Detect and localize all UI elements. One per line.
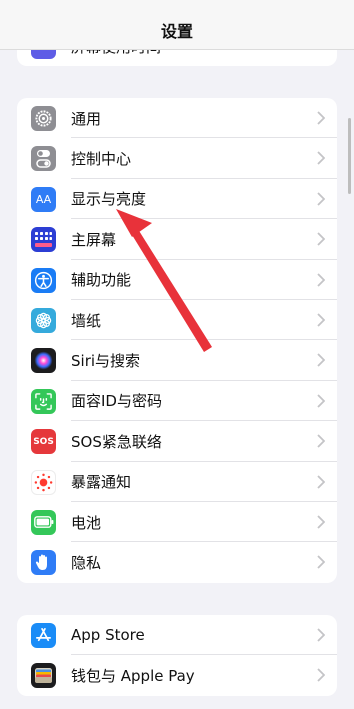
row-label: 墙纸 (71, 311, 102, 330)
app-store-icon (31, 623, 56, 648)
settings-row-wallpaper[interactable]: 墙纸 (17, 300, 337, 341)
wallet-icon (31, 663, 56, 689)
settings-row-accessibility[interactable]: 辅助功能 (17, 260, 337, 300)
settings-row-siri-search[interactable]: Siri与搜索 (17, 340, 337, 381)
chevron-right-icon (317, 555, 325, 569)
settings-row-app-store[interactable]: App Store (17, 615, 337, 656)
settings-row-emergency-sos[interactable]: SOS SOS紧急联络 (17, 421, 337, 462)
navigation-bar: 设置 (0, 0, 354, 50)
scrollbar[interactable] (348, 118, 351, 194)
chevron-right-icon (317, 353, 325, 367)
row-label: 主屏幕 (71, 230, 117, 249)
settings-row-wallet-apple-pay[interactable]: 钱包与 Apple Pay (17, 655, 337, 695)
settings-row-display-brightness[interactable]: AA 显示与亮度 (17, 179, 337, 220)
settings-row-general[interactable]: 通用 (17, 98, 337, 139)
chevron-right-icon (317, 192, 325, 206)
hand-icon (31, 550, 56, 576)
settings-row-control-center[interactable]: 控制中心 (17, 138, 337, 179)
row-label: 显示与亮度 (71, 190, 147, 209)
row-label: 通用 (71, 109, 102, 128)
store-settings-group: App Store 钱包与 Apple Pay (17, 615, 337, 696)
settings-row-exposure-notifications[interactable]: 暴露通知 (17, 462, 337, 502)
row-label: 钱包与 Apple Pay (71, 667, 195, 686)
chevron-right-icon (317, 272, 325, 287)
toggles-icon (31, 146, 56, 172)
chevron-right-icon (317, 515, 325, 529)
sos-icon: SOS (31, 429, 56, 455)
gear-icon (31, 106, 56, 131)
face-id-icon (31, 388, 56, 414)
chevron-right-icon (317, 474, 325, 489)
row-label: 暴露通知 (71, 473, 132, 492)
row-label: App Store (71, 626, 145, 645)
exposure-icon (31, 469, 56, 495)
siri-icon (31, 348, 56, 374)
row-label: 辅助功能 (71, 271, 132, 290)
settings-row-battery[interactable]: 电池 (17, 502, 337, 543)
general-settings-group: 通用 控制中心 AA 显示与亮度 主屏幕 辅助功能 墙纸 Siri与搜索 面容I… (17, 98, 337, 583)
row-label: SOS紧急联络 (71, 432, 162, 451)
page-title: 设置 (160, 21, 193, 41)
chevron-right-icon (317, 394, 325, 408)
row-label: 电池 (71, 513, 102, 532)
chevron-right-icon (317, 151, 325, 166)
row-label: 隐私 (71, 553, 102, 572)
settings-row-privacy[interactable]: 隐私 (17, 542, 337, 582)
chevron-right-icon (317, 313, 325, 327)
home-grid-icon (31, 227, 56, 253)
chevron-right-icon (317, 232, 325, 246)
battery-icon (31, 509, 56, 535)
row-label: Siri与搜索 (71, 352, 141, 371)
flower-icon (31, 307, 56, 333)
row-label: 控制中心 (71, 150, 132, 169)
chevron-right-icon (317, 628, 325, 642)
settings-row-home-screen[interactable]: 主屏幕 (17, 219, 337, 260)
settings-row-face-id-passcode[interactable]: 面容ID与密码 (17, 381, 337, 422)
text-size-icon: AA (31, 186, 56, 212)
row-label: 面容ID与密码 (71, 392, 162, 411)
accessibility-icon (31, 267, 56, 293)
chevron-right-icon (317, 668, 325, 683)
chevron-right-icon (317, 111, 325, 125)
chevron-right-icon (317, 434, 325, 448)
